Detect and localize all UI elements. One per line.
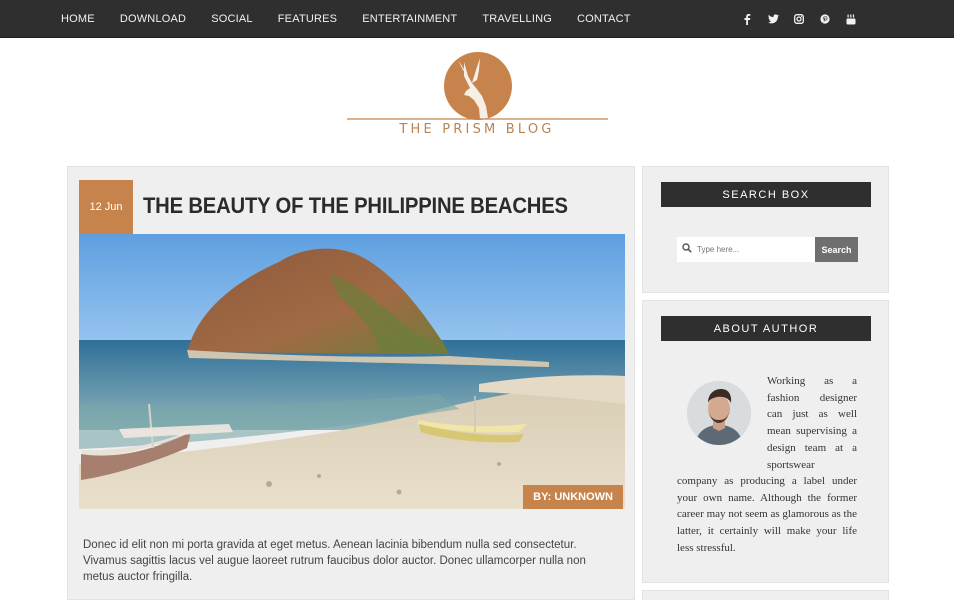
nav-item-contact[interactable]: CONTACT <box>577 13 631 25</box>
main-menu: HOME DOWNLOAD SOCIAL FEATURES ENTERTAINM… <box>61 0 656 38</box>
post-date-badge: 12 Jun <box>79 180 133 234</box>
author-bio-continued: company as producing a label under your … <box>677 475 857 554</box>
about-author-title: ABOUT AUTHOR <box>661 316 871 341</box>
logo-wordmark: THE PRISM BLOG <box>399 122 555 137</box>
sidebar-widget <box>642 590 889 600</box>
top-navbar: HOME DOWNLOAD SOCIAL FEATURES ENTERTAINM… <box>0 0 954 38</box>
search-button[interactable]: Search <box>815 237 858 262</box>
author-avatar <box>687 381 751 445</box>
youtube-icon[interactable] <box>844 12 858 26</box>
pinterest-icon[interactable] <box>818 12 832 26</box>
search-widget: SEARCH BOX Search <box>642 166 889 293</box>
author-bio-intro: Working as a fashion designer can just a… <box>767 375 857 471</box>
blog-post-card: 12 Jun THE BEAUTY OF THE PHILIPPINE BEAC… <box>67 166 635 600</box>
twitter-icon[interactable] <box>766 12 780 26</box>
post-author-tag[interactable]: BY: UNKNOWN <box>523 485 623 509</box>
nav-item-social[interactable]: SOCIAL <box>211 13 253 25</box>
search-field[interactable] <box>677 237 815 262</box>
nav-item-entertainment[interactable]: ENTERTAINMENT <box>362 13 457 25</box>
nav-item-features[interactable]: FEATURES <box>278 13 337 25</box>
site-logo[interactable]: THE PRISM BLOG <box>346 50 608 142</box>
search-icon <box>677 243 697 256</box>
facebook-icon[interactable] <box>740 12 754 26</box>
post-excerpt: Donec id elit non mi porta gravida at eg… <box>83 539 586 583</box>
social-links <box>740 0 858 38</box>
nav-item-travelling[interactable]: TRAVELLING <box>482 13 552 25</box>
search-widget-title: SEARCH BOX <box>661 182 871 207</box>
instagram-icon[interactable] <box>792 12 806 26</box>
nav-item-home[interactable]: HOME <box>61 13 95 25</box>
post-title[interactable]: THE BEAUTY OF THE PHILIPPINE BEACHES <box>143 193 568 219</box>
deer-logo-icon <box>347 52 608 120</box>
nav-item-download[interactable]: DOWNLOAD <box>120 13 186 25</box>
about-author-widget: ABOUT AUTHOR Working as a fashion design… <box>642 300 889 583</box>
post-featured-image[interactable] <box>79 234 625 509</box>
search-input[interactable] <box>697 245 807 254</box>
